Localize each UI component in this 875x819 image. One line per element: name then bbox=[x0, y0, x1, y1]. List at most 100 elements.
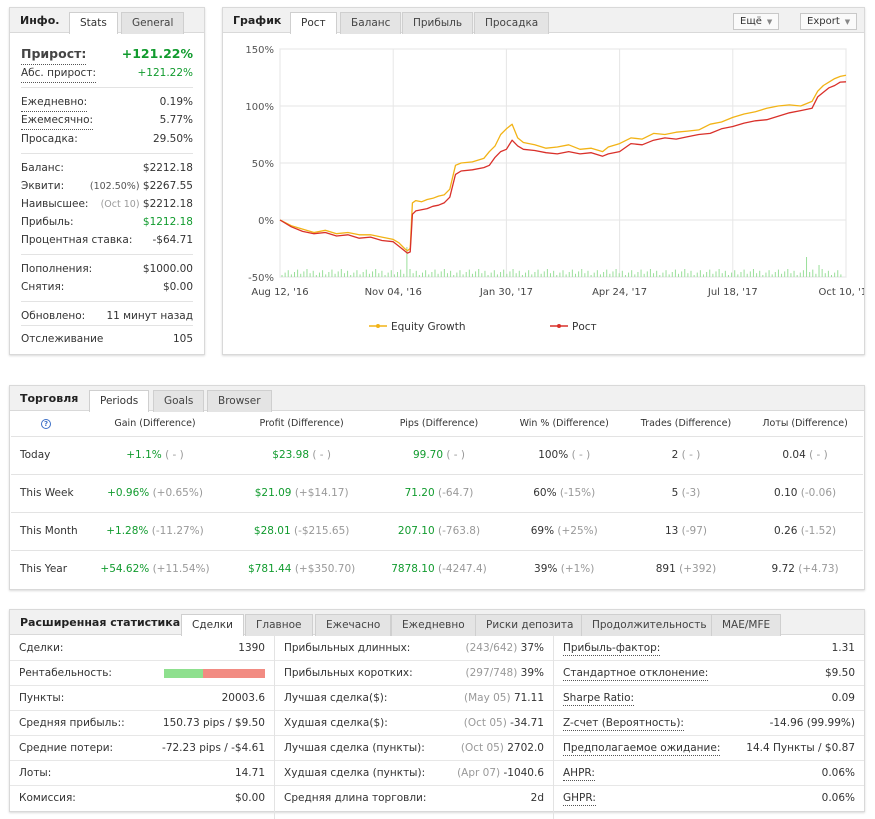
graph-title: График bbox=[233, 14, 282, 27]
stat-value: $0.00 bbox=[234, 792, 265, 804]
legend-equity-label[interactable]: Equity Growth bbox=[391, 321, 466, 333]
tab-stats[interactable]: Stats bbox=[69, 12, 118, 34]
gain-difference: (-11.27%) bbox=[151, 525, 204, 537]
export-dropdown[interactable]: Export ▼ bbox=[800, 13, 858, 30]
stat-value-wrap: 2d bbox=[531, 786, 544, 811]
win-difference: ( - ) bbox=[571, 449, 591, 461]
stat-value-wrap: (May 05) 71.11 bbox=[464, 686, 544, 711]
stat-label[interactable]: Предполагаемое ожидание: bbox=[563, 741, 721, 756]
more-dropdown[interactable]: Ещё ▼ bbox=[733, 13, 780, 30]
tab-profit[interactable]: Прибыль bbox=[402, 12, 474, 34]
pips-difference: ( - ) bbox=[446, 449, 466, 461]
stat-label[interactable]: Z-счет (Вероятность): bbox=[563, 716, 684, 731]
deposits-row: Пополнения: $1000.00 bbox=[21, 260, 193, 278]
y-tick-label: 0% bbox=[258, 216, 274, 227]
graph-panel: График Рост Баланс Прибыль Просадка Ещё ▼… bbox=[222, 7, 865, 355]
info-title: Инфо. bbox=[20, 14, 60, 27]
stat-row: Лучшая сделка($): (May 05) 71.11 bbox=[275, 686, 553, 711]
stat-label[interactable]: Sharpe Ratio: bbox=[563, 691, 635, 706]
stat-label: Лучшая сделка (пункты): bbox=[284, 742, 425, 754]
profit-row: Прибыль: $1212.18 bbox=[21, 213, 193, 231]
stat-row: Предполагаемое ожидание: 14.4 Пункты / $0… bbox=[554, 736, 864, 761]
abs-gain-label[interactable]: Абс. прирост: bbox=[21, 64, 96, 83]
highest-row: Наивысшее: (Oct 10) $2212.18 bbox=[21, 195, 193, 213]
col-profit: Profit (Difference) bbox=[259, 418, 344, 430]
stat-label: Худшая сделка($): bbox=[284, 717, 388, 729]
equity-row: Эквити: (102.50%) $2267.55 bbox=[21, 177, 193, 195]
stat-label: Худшая сделка (пункты): bbox=[284, 767, 426, 779]
triangle-down-icon: ▼ bbox=[766, 18, 773, 26]
lots-cell: 0.26 (-1.52) bbox=[747, 511, 863, 550]
x-tick-label: Nov 04, '16 bbox=[365, 287, 422, 298]
y-tick-label: 100% bbox=[245, 102, 274, 113]
monthly-value: 5.77% bbox=[159, 114, 193, 126]
win-value: 39% bbox=[534, 563, 558, 576]
tab-drawdown[interactable]: Просадка bbox=[474, 12, 550, 34]
stat-value-wrap: -72.23 pips / -$4.61 bbox=[162, 736, 265, 761]
tab-risk[interactable]: Риски депозита bbox=[475, 614, 585, 636]
gain-label[interactable]: Прирост: bbox=[21, 44, 87, 65]
divider bbox=[21, 153, 193, 154]
tab-hourly[interactable]: Ежечасно bbox=[315, 614, 392, 636]
stat-note: (Oct 05) bbox=[463, 717, 507, 729]
profit-cell: $23.98 ( - ) bbox=[229, 435, 375, 474]
tab-browser[interactable]: Browser bbox=[207, 390, 272, 412]
stat-value: 14.4 Пункты / $0.87 bbox=[746, 742, 855, 754]
balance-label: Баланс: bbox=[21, 162, 64, 174]
divider bbox=[21, 254, 193, 255]
daily-value: 0.19% bbox=[159, 96, 193, 108]
tab-general[interactable]: General bbox=[121, 12, 185, 34]
gain-difference: ( - ) bbox=[165, 449, 184, 461]
stat-row: Средняя длина торговли: 2d bbox=[275, 786, 553, 811]
stat-note: (243/642) bbox=[465, 642, 518, 654]
stat-label[interactable]: AHPR: bbox=[563, 766, 595, 781]
trades-difference: (+392) bbox=[679, 563, 717, 576]
help-icon[interactable]: ? bbox=[41, 419, 51, 430]
tab-summary[interactable]: Главное bbox=[245, 614, 313, 636]
stat-row: Лоты: 14.71 bbox=[10, 761, 274, 786]
period-cell: This Month bbox=[11, 511, 81, 550]
tracking-label[interactable]: Отслеживание bbox=[21, 330, 103, 348]
stat-label[interactable]: GHPR: bbox=[563, 791, 596, 806]
profitability-bar-loss bbox=[203, 669, 265, 678]
pips-difference: (-64.7) bbox=[438, 487, 474, 499]
stat-value-wrap: $9.50 bbox=[825, 661, 855, 686]
stat-row: Средние потери: -72.23 pips / -$4.61 bbox=[10, 736, 274, 761]
col-lots: Лоты (Difference) bbox=[762, 418, 848, 430]
tab-growth[interactable]: Рост bbox=[290, 12, 337, 34]
stat-value: 2d bbox=[530, 792, 544, 804]
period-cell: This Year bbox=[11, 549, 81, 588]
daily-label[interactable]: Ежедневно: bbox=[21, 93, 88, 112]
stat-value: 2702.0 bbox=[507, 742, 544, 754]
tab-periods[interactable]: Periods bbox=[89, 390, 150, 412]
stat-row: Стандартное отклонение: $9.50 bbox=[554, 661, 864, 686]
tab-mae-mfe[interactable]: MAE/MFE bbox=[711, 614, 782, 636]
tab-goals[interactable]: Goals bbox=[153, 390, 205, 412]
stat-value-wrap: (Oct 05) 2702.0 bbox=[461, 736, 544, 761]
lots-cell: 9.72 (+4.73) bbox=[747, 549, 863, 588]
interest-value: -$64.71 bbox=[152, 234, 193, 246]
drawdown-row: Просадка: 29.50% bbox=[21, 130, 193, 148]
tab-trades[interactable]: Сделки bbox=[181, 614, 244, 636]
gain-value: +121.22% bbox=[121, 46, 193, 61]
stat-label[interactable]: Прибыль-фактор: bbox=[563, 641, 661, 656]
gain-cell: +1.28% (-11.27%) bbox=[81, 511, 230, 550]
lots-difference: (-0.06) bbox=[800, 487, 837, 499]
win-difference: (+25%) bbox=[557, 525, 598, 537]
tab-balance[interactable]: Баланс bbox=[340, 12, 402, 34]
stat-value-wrap: (Apr 07) -1040.6 bbox=[457, 761, 544, 786]
tab-duration[interactable]: Продолжительность bbox=[581, 614, 718, 636]
stat-value: -14.96 (99.99%) bbox=[769, 717, 855, 729]
highest-value: $2212.18 bbox=[142, 198, 193, 210]
gain-difference: (+11.54%) bbox=[152, 563, 210, 576]
legend-growth-label[interactable]: Рост bbox=[572, 321, 597, 333]
stat-label[interactable]: Стандартное отклонение: bbox=[563, 666, 709, 681]
x-tick-label: Aug 12, '16 bbox=[251, 287, 308, 298]
table-row: Today +1.1% ( - ) $23.98 ( - ) 99.70 ( - ) 1… bbox=[11, 435, 863, 474]
tab-daily[interactable]: Ежедневно bbox=[391, 614, 476, 636]
monthly-label[interactable]: Ежемесячно: bbox=[21, 111, 94, 130]
stat-value-wrap: (243/642) 37% bbox=[465, 636, 544, 661]
pips-cell: 207.10 (-763.8) bbox=[374, 511, 504, 550]
stat-label: Средняя прибыль:: bbox=[19, 717, 125, 729]
profit-value: $781.44 bbox=[248, 563, 292, 576]
